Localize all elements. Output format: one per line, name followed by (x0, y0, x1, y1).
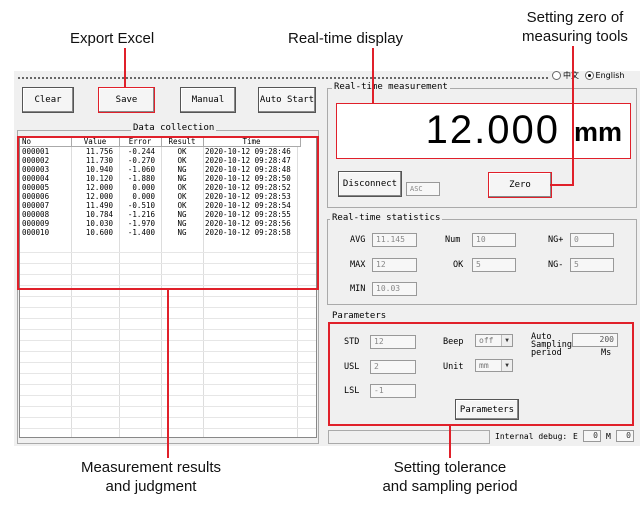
num-label: Num (445, 235, 461, 245)
auto-sampling-label: Auto Sampling period (531, 333, 572, 358)
beep-label: Beep (443, 337, 464, 347)
callout-zero-line2: measuring tools (522, 28, 628, 45)
ok-field: 5 (472, 258, 516, 272)
parameters-button[interactable]: Parameters (455, 399, 519, 420)
disconnect-button[interactable]: Disconnect (338, 171, 402, 197)
avg-label: AVG (350, 235, 366, 245)
callout-realtime-display: Real-time display (288, 30, 404, 47)
min-label: MIN (350, 284, 366, 294)
radio-en[interactable] (584, 71, 594, 80)
auto-sampling-field[interactable]: 200 (572, 333, 618, 347)
callout-export-excel: Export Excel (70, 30, 155, 47)
debug-label: Internal debug: (495, 432, 568, 441)
min-field: 10.03 (372, 282, 417, 296)
callout-line-export (124, 48, 126, 88)
lang-zh-label: 中文 (563, 71, 579, 80)
realtime-display: 12.000 mm (336, 103, 631, 159)
callout-tolerance-line2: and sampling period (382, 478, 518, 495)
unit-value: mm (479, 361, 489, 370)
avg-field: 11.145 (372, 233, 417, 247)
realtime-title: Real-time measurement (332, 82, 450, 92)
callout-line-zero (572, 46, 574, 186)
debug-e-field: 0 (583, 430, 601, 442)
callout-tolerance-line1: Setting tolerance (393, 459, 507, 476)
measurement-unit: mm (573, 117, 622, 147)
num-field: 10 (472, 233, 516, 247)
beep-value: off (479, 336, 494, 345)
callout-line-results (167, 290, 169, 458)
measurement-value: 12.000 (425, 108, 560, 152)
debug-m-label: M (606, 432, 611, 441)
clear-button[interactable]: Clear (22, 87, 74, 113)
separator-dotted (18, 77, 548, 79)
debug-m-field: 0 (616, 430, 634, 442)
mode-field: ASC (406, 182, 440, 196)
parameters-title: Parameters (330, 311, 389, 321)
callout-zero-line1: Setting zero of (526, 9, 624, 26)
callout-line-zero-h (550, 184, 574, 186)
callout-results-line1: Measurement results (80, 459, 222, 476)
status-bar-left (328, 430, 490, 444)
ngminus-field: 5 (570, 258, 614, 272)
save-button[interactable]: Save (98, 87, 155, 113)
zero-button[interactable]: Zero (488, 172, 552, 198)
std-field[interactable]: 12 (370, 335, 416, 349)
radio-zh[interactable] (552, 71, 561, 80)
std-label: STD (344, 337, 360, 347)
debug-e-label: E (573, 432, 578, 441)
statistics-title: Real-time statistics (330, 213, 443, 223)
auto-start-button[interactable]: Auto Start (258, 87, 316, 113)
language-selector: 中文 English (552, 70, 624, 81)
ngplus-field: 0 (570, 233, 614, 247)
unit-label: Unit (443, 362, 464, 372)
callout-line-display (372, 48, 374, 104)
lsl-label: LSL (344, 386, 360, 396)
callout-results-line2: and judgment (105, 478, 197, 495)
results-highlight (17, 136, 319, 290)
max-label: MAX (350, 260, 366, 270)
lang-en-label: English (595, 71, 625, 80)
auto-label-line3: period (531, 348, 562, 358)
dropdown-arrow-icon: ▼ (501, 360, 512, 371)
lsl-field[interactable]: -1 (370, 384, 416, 398)
manual-button[interactable]: Manual (180, 87, 236, 113)
data-collection-title: Data collection (131, 123, 217, 133)
auto-unit-label: Ms (601, 348, 612, 358)
ok-label: OK (453, 260, 464, 270)
callout-line-tolerance (449, 426, 451, 458)
dropdown-arrow-icon: ▼ (501, 335, 512, 346)
usl-label: USL (344, 362, 360, 372)
unit-select[interactable]: mm ▼ (475, 359, 513, 372)
beep-select[interactable]: off ▼ (475, 334, 513, 347)
max-field: 12 (372, 258, 417, 272)
usl-field[interactable]: 2 (370, 360, 416, 374)
ngplus-label: NG+ (548, 235, 564, 245)
ngminus-label: NG- (548, 260, 564, 270)
